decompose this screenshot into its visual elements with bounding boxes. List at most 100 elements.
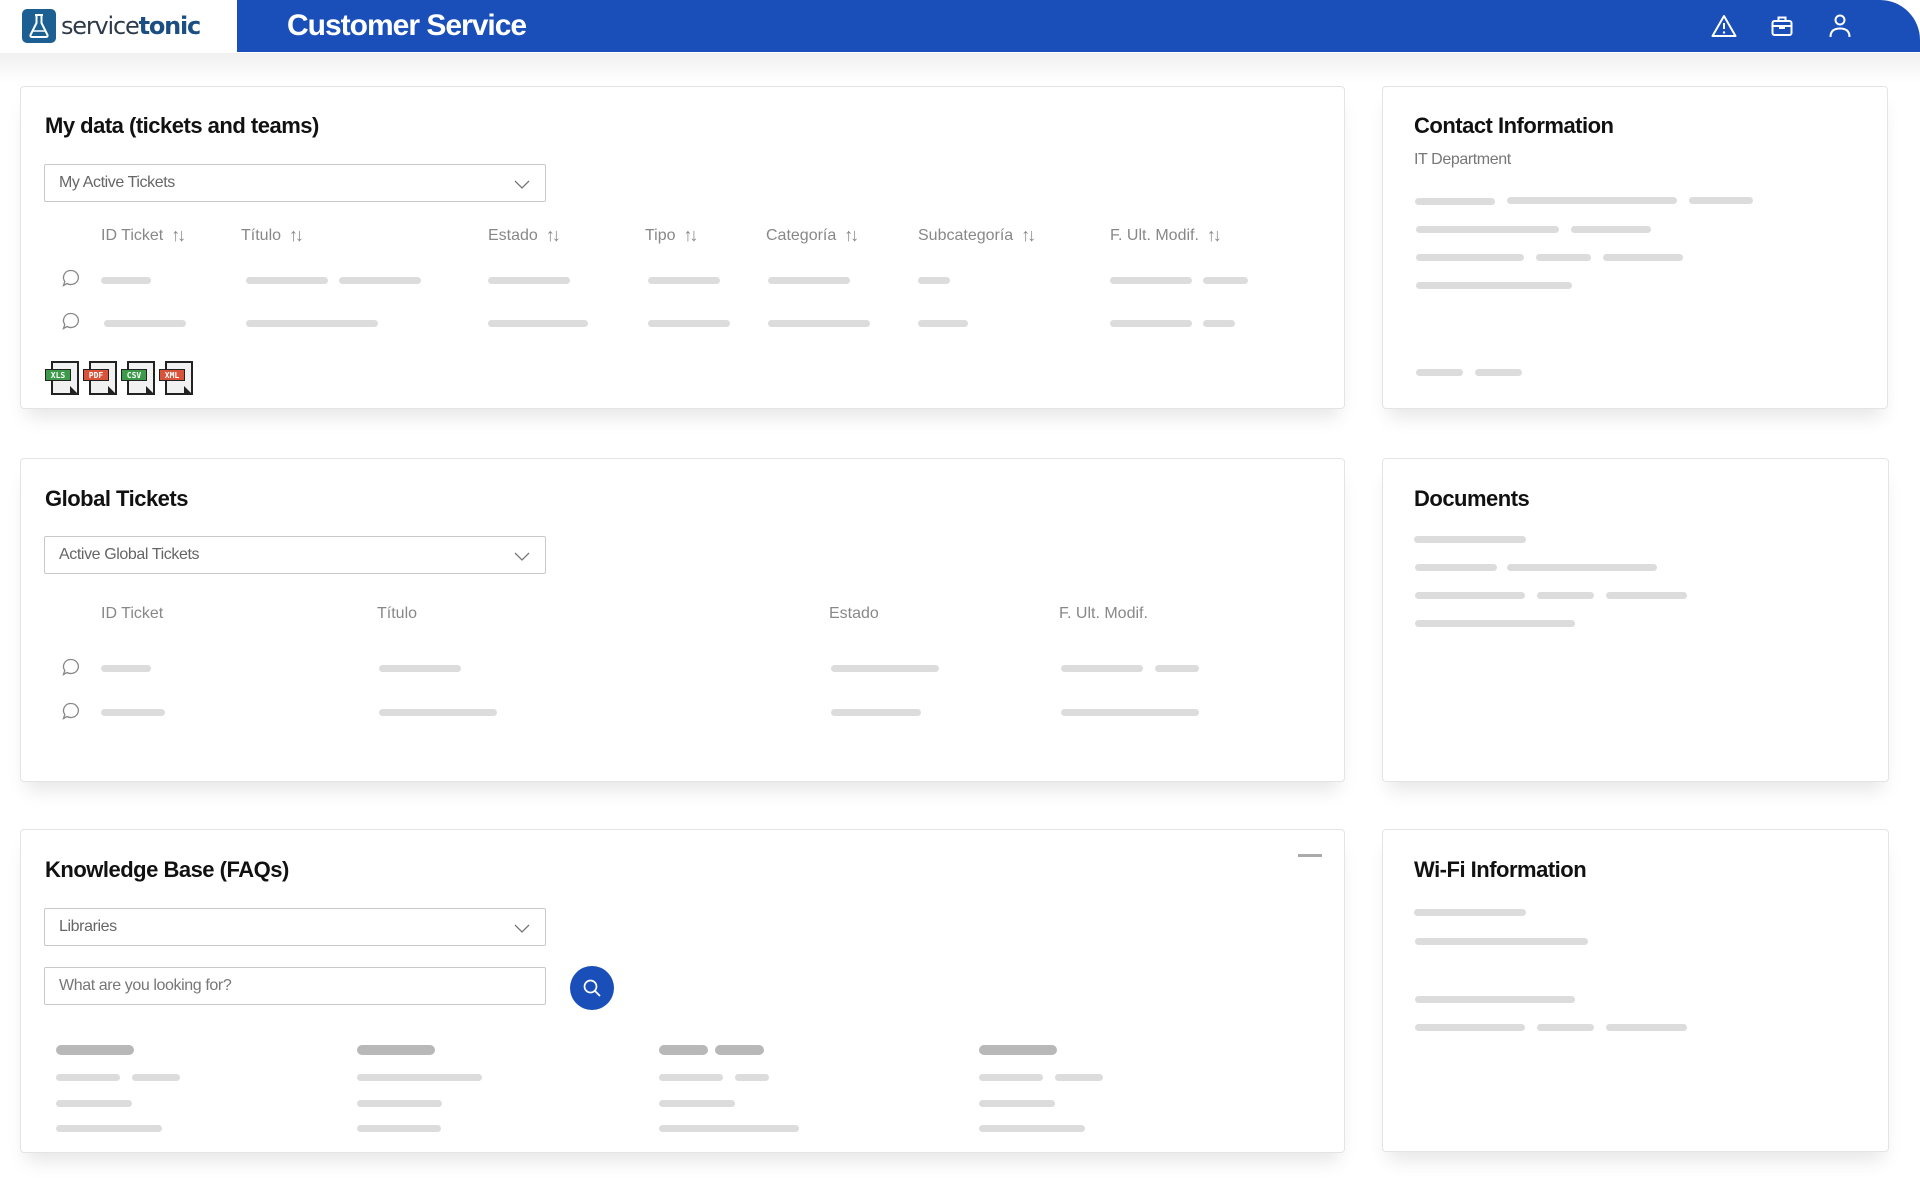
skeleton-text	[1061, 709, 1199, 716]
select-value: My Active Tickets	[59, 174, 175, 191]
skeleton-text	[1110, 320, 1192, 327]
logo-text: servicetonic	[61, 12, 201, 40]
skeleton-text	[1537, 1024, 1594, 1031]
column-header-id-ticket[interactable]: ID Ticket ↑↓	[101, 225, 186, 246]
skeleton-text	[659, 1125, 799, 1132]
skeleton-text	[1416, 282, 1572, 289]
flask-icon	[22, 9, 56, 43]
sort-icon[interactable]: ↑↓	[171, 225, 186, 246]
skeleton-heading	[357, 1045, 435, 1055]
my-tickets-select[interactable]: My Active Tickets	[44, 164, 546, 202]
skeleton-text	[56, 1100, 132, 1107]
skeleton-text	[1415, 620, 1575, 627]
export-xml-icon[interactable]: XML	[159, 361, 193, 397]
skeleton-text	[918, 277, 950, 284]
select-value: Libraries	[59, 918, 117, 935]
sort-icon[interactable]: ↑↓	[684, 225, 699, 246]
skeleton-text	[1110, 277, 1192, 284]
column-header-f-ult-modif[interactable]: F. Ult. Modif. ↑↓	[1110, 225, 1222, 246]
export-xls-icon[interactable]: XLS	[45, 361, 79, 397]
skeleton-text	[1415, 938, 1588, 945]
briefcase-icon[interactable]	[1768, 12, 1796, 40]
column-header-tipo[interactable]: Tipo ↑↓	[645, 225, 699, 246]
sort-icon[interactable]: ↑↓	[546, 225, 561, 246]
comment-icon[interactable]	[61, 701, 81, 721]
skeleton-text	[246, 320, 378, 327]
global-tickets-select[interactable]: Active Global Tickets	[44, 536, 546, 574]
comment-icon[interactable]	[61, 311, 81, 331]
skeleton-heading	[979, 1045, 1057, 1055]
skeleton-text	[979, 1125, 1085, 1132]
sort-icon[interactable]: ↑↓	[844, 225, 859, 246]
skeleton-text	[1416, 254, 1524, 261]
skeleton-text	[101, 665, 151, 672]
skeleton-text	[1416, 369, 1463, 376]
skeleton-text	[104, 320, 186, 327]
warning-icon[interactable]	[1710, 12, 1738, 40]
export-csv-icon[interactable]: CSV	[121, 361, 155, 397]
search-icon	[583, 979, 601, 997]
header-shadow	[0, 53, 1920, 83]
user-icon[interactable]	[1826, 12, 1854, 40]
chevron-down-icon	[514, 552, 530, 561]
skeleton-text	[379, 665, 461, 672]
card-title: Knowledge Base (FAQs)	[45, 857, 289, 882]
chevron-down-icon	[514, 180, 530, 189]
skeleton-text	[1414, 909, 1526, 916]
search-button[interactable]	[570, 966, 614, 1010]
skeleton-text	[357, 1074, 482, 1081]
skeleton-text	[979, 1100, 1055, 1107]
column-header-id-ticket: ID Ticket	[101, 605, 164, 622]
skeleton-text	[1061, 665, 1143, 672]
skeleton-text	[768, 320, 870, 327]
top-bar: servicetonic Customer Service	[0, 0, 1920, 52]
sort-icon[interactable]: ↑↓	[1207, 225, 1222, 246]
skeleton-text	[1507, 197, 1677, 204]
skeleton-text	[648, 277, 720, 284]
select-value: Active Global Tickets	[59, 546, 200, 563]
app-bar: Customer Service	[237, 0, 1920, 52]
skeleton-text	[1203, 320, 1235, 327]
contact-info-card: Contact Information IT Department	[1382, 86, 1888, 409]
column-header-titulo[interactable]: Título ↑↓	[241, 225, 304, 246]
comment-icon[interactable]	[61, 657, 81, 677]
skeleton-heading	[56, 1045, 134, 1055]
skeleton-text	[831, 665, 939, 672]
card-title: Documents	[1414, 486, 1530, 511]
export-pdf-icon[interactable]: PDF	[83, 361, 117, 397]
skeleton-text	[132, 1074, 180, 1081]
column-header-estado[interactable]: Estado ↑↓	[488, 225, 561, 246]
column-header-subcategoria[interactable]: Subcategoría ↑↓	[918, 225, 1036, 246]
comment-icon[interactable]	[61, 268, 81, 288]
skeleton-text	[1155, 665, 1199, 672]
department-label: IT Department	[1414, 151, 1511, 168]
skeleton-text	[1571, 226, 1651, 233]
skeleton-text	[648, 320, 730, 327]
column-header-categoria[interactable]: Categoría ↑↓	[766, 225, 859, 246]
skeleton-text	[1415, 592, 1525, 599]
sort-icon[interactable]: ↑↓	[1021, 225, 1036, 246]
skeleton-text	[1537, 592, 1594, 599]
skeleton-text	[488, 320, 588, 327]
skeleton-text	[1475, 369, 1522, 376]
skeleton-text	[1414, 536, 1526, 543]
faq-search-input[interactable]	[44, 967, 546, 1005]
libraries-select[interactable]: Libraries	[44, 908, 546, 946]
skeleton-text	[1203, 277, 1248, 284]
sort-icon[interactable]: ↑↓	[289, 225, 304, 246]
documents-card: Documents	[1382, 458, 1889, 782]
skeleton-text	[56, 1125, 162, 1132]
skeleton-text	[357, 1125, 441, 1132]
skeleton-text	[831, 709, 921, 716]
wifi-info-card: Wi-Fi Information	[1382, 829, 1889, 1152]
my-data-card: My data (tickets and teams) My Active Ti…	[20, 86, 1345, 409]
skeleton-text	[1606, 1024, 1687, 1031]
logo[interactable]: servicetonic	[0, 0, 237, 52]
minimize-button[interactable]	[1298, 854, 1322, 857]
skeleton-text	[1416, 226, 1559, 233]
skeleton-text	[979, 1074, 1043, 1081]
global-tickets-card: Global Tickets Active Global Tickets ID …	[20, 458, 1345, 782]
skeleton-text	[1415, 996, 1575, 1003]
column-header-estado: Estado	[829, 605, 879, 622]
skeleton-text	[1603, 254, 1683, 261]
